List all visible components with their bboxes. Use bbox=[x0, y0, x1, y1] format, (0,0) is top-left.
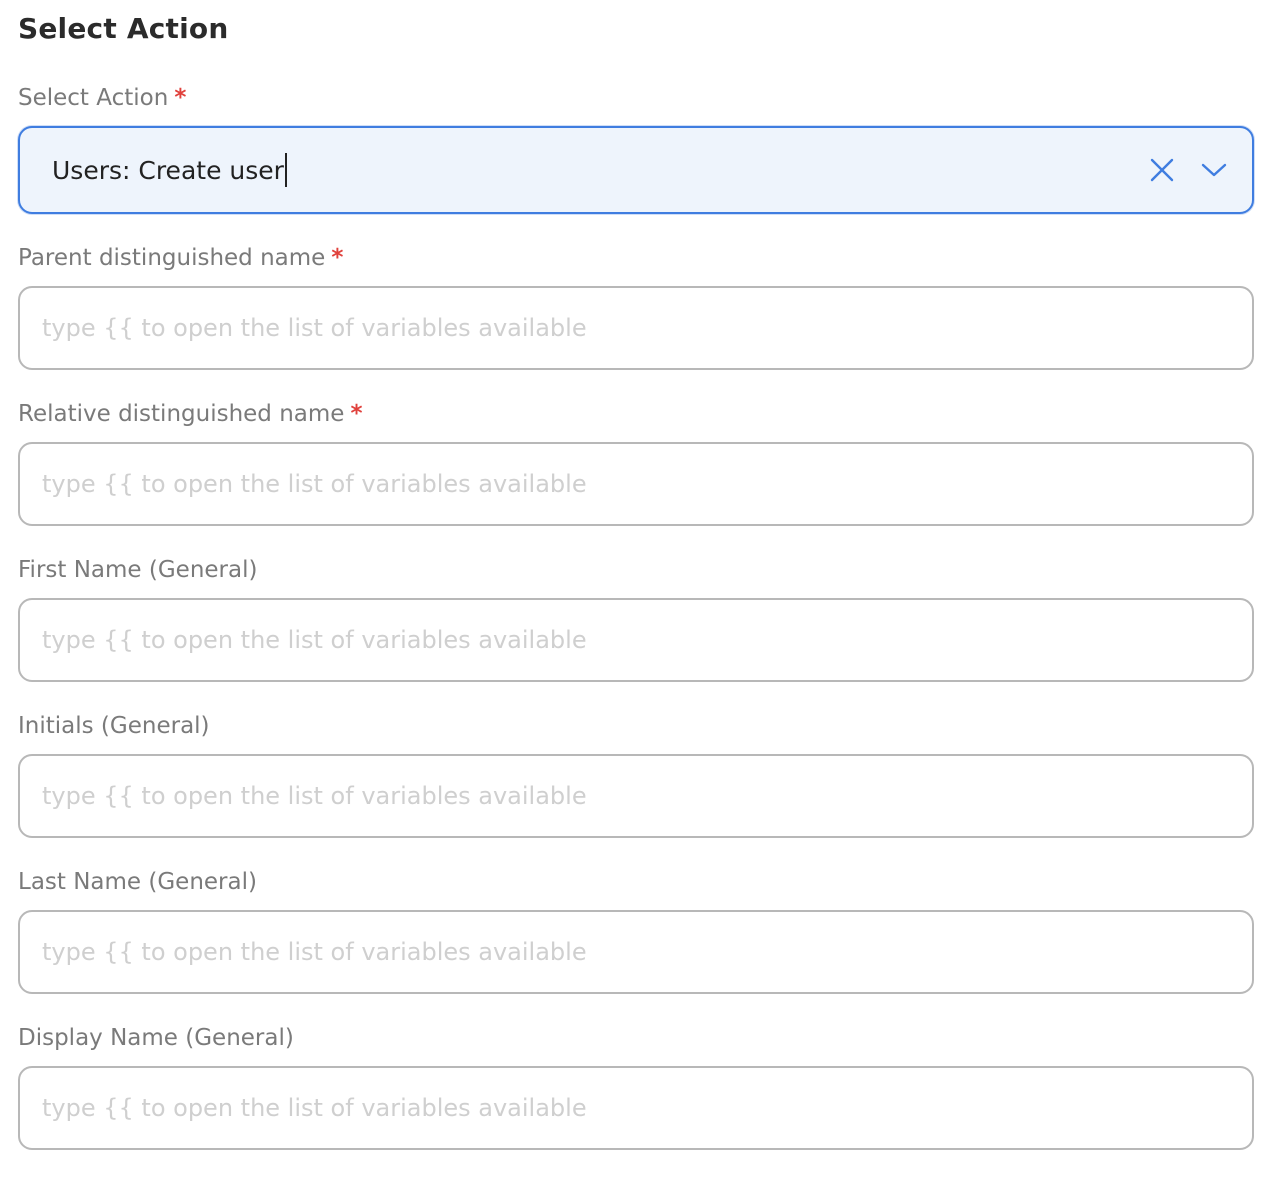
last-name-field: Last Name (General) bbox=[18, 866, 1254, 994]
initials-input[interactable] bbox=[40, 781, 1232, 811]
last-name-input[interactable] bbox=[40, 937, 1232, 967]
first-name-label: First Name (General) bbox=[18, 557, 258, 583]
parent-dn-label: Parent distinguished name bbox=[18, 245, 326, 271]
required-marker: * bbox=[350, 401, 363, 427]
close-icon[interactable] bbox=[1144, 152, 1180, 188]
action-config-panel: Select Action Select Action * Users: Crea… bbox=[0, 0, 1274, 1178]
first-name-input-box[interactable] bbox=[18, 598, 1254, 682]
display-name-input-box[interactable] bbox=[18, 1066, 1254, 1150]
last-name-label: Last Name (General) bbox=[18, 869, 257, 895]
section-title: Select Action bbox=[18, 12, 229, 45]
action-select-value[interactable]: Users: Create user bbox=[52, 156, 284, 185]
initials-field: Initials (General) bbox=[18, 710, 1254, 838]
text-caret bbox=[284, 153, 287, 187]
action-select[interactable]: Users: Create user bbox=[18, 126, 1254, 214]
action-select-value-wrap[interactable]: Users: Create user bbox=[52, 153, 1144, 187]
display-name-label: Display Name (General) bbox=[18, 1025, 294, 1051]
relative-dn-label-row: Relative distinguished name * bbox=[18, 398, 1254, 430]
parent-dn-label-row: Parent distinguished name * bbox=[18, 242, 1254, 274]
last-name-input-box[interactable] bbox=[18, 910, 1254, 994]
action-select-label: Select Action bbox=[18, 85, 169, 111]
chevron-down-icon[interactable] bbox=[1196, 152, 1232, 188]
action-select-label-row: Select Action * bbox=[18, 82, 1254, 114]
parent-dn-input[interactable] bbox=[40, 313, 1232, 343]
required-marker: * bbox=[174, 85, 187, 111]
relative-dn-label: Relative distinguished name bbox=[18, 401, 345, 427]
parent-dn-input-box[interactable] bbox=[18, 286, 1254, 370]
required-marker: * bbox=[331, 245, 344, 271]
first-name-input[interactable] bbox=[40, 625, 1232, 655]
relative-dn-input-box[interactable] bbox=[18, 442, 1254, 526]
first-name-field: First Name (General) bbox=[18, 554, 1254, 682]
parent-dn-field: Parent distinguished name * bbox=[18, 242, 1254, 370]
action-select-field: Select Action * Users: Create user bbox=[18, 82, 1254, 214]
relative-dn-input[interactable] bbox=[40, 469, 1232, 499]
display-name-field: Display Name (General) bbox=[18, 1022, 1254, 1150]
initials-input-box[interactable] bbox=[18, 754, 1254, 838]
display-name-input[interactable] bbox=[40, 1093, 1232, 1123]
relative-dn-field: Relative distinguished name * bbox=[18, 398, 1254, 526]
initials-label: Initials (General) bbox=[18, 713, 210, 739]
